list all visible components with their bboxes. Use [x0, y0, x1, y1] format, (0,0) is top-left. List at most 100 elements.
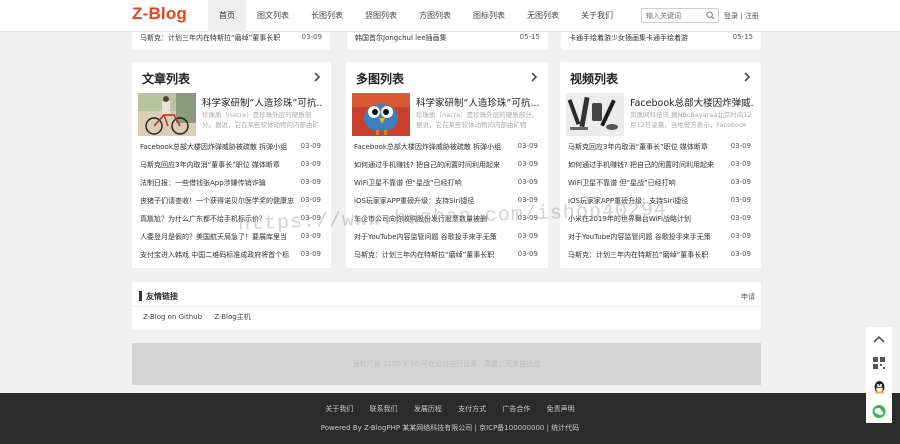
list-item-date: 03-09 [730, 196, 751, 204]
list-item-title[interactable]: 马斯克：计划三年内在特斯拉“磨绰”董事长职 [140, 33, 300, 43]
nav-item-home[interactable]: 首页 [208, 0, 246, 32]
list-item-title[interactable]: 丧猪子们请查收！一个获得诺贝尔医学奖的健康忠 [140, 196, 298, 206]
list-item-title[interactable]: iOS玩家家APP重磅升级：支持Siri捷径 [568, 196, 726, 206]
featured-post[interactable]: 科学家研制“人造珍珠”可抗... 珍珠质（nacre）是珍珠外层的硬质部分。据说… [352, 93, 540, 137]
featured-title[interactable]: 科学家研制“人造珍珠”可抗... [202, 95, 323, 109]
featured-title[interactable]: 科学家研制“人造珍珠”可抗... [416, 95, 540, 109]
list-item[interactable]: 丧猪子们请查收！一个获得诺贝尔医学奖的健康忠 03-09 [140, 196, 323, 214]
list-item-title[interactable]: 韩国首尔Jongchul lee插画集 [355, 33, 515, 43]
footer-link[interactable]: 广告合作 [502, 405, 530, 413]
list-item[interactable]: 马斯克回应3年内取消“董事长”职位 媒体断章 03-09 [568, 142, 753, 160]
list-item-title[interactable]: 如何通过手机赚钱? 把自己的闲置时间利用起来 [354, 160, 512, 170]
list-item-title[interactable]: 马斯克：计划三年内在特斯拉“磨绰”董事长职 [568, 250, 726, 260]
list-item-title[interactable]: 马斯克：计划三年内在特斯拉“磨绰”董事长职 [354, 250, 512, 260]
featured-post[interactable]: Facebook总部大楼因炸弹威... 凤凰网科技讯 据NBcBayarea北京… [566, 93, 753, 137]
featured-thumbnail-bird[interactable] [352, 93, 410, 136]
list-item-title[interactable]: 马斯克回应3年内取消“董事长”职位 媒体断章 [140, 160, 298, 170]
list-item[interactable]: 马斯克：计划三年内在特斯拉“磨绰”董事长职 03-09 [354, 250, 540, 268]
list-item-title[interactable]: iOS玩家家APP重磅升级：支持Siri捷径 [354, 196, 512, 206]
apply-link[interactable]: 申请 [741, 292, 755, 302]
list-item[interactable]: 卡通手绘着游少女插画集卡通手绘着游 05-15 [569, 33, 753, 47]
list-item-title[interactable]: 车企市公司向你收购股份发行股票数量被删 [354, 214, 512, 224]
list-item-title[interactable]: Facebook总部大楼因炸弹威胁被疏散 拆弹小组 [354, 142, 512, 152]
list-item[interactable]: iOS玩家家APP重磅升级：支持Siri捷径 03-09 [354, 196, 540, 214]
panel-article-list: 文章列表 科学家研制“人造珍珠”可抗... 珍珠质（nacre）是珍珠外层的硬质… [132, 62, 331, 268]
ad-banner[interactable]: 通栏广告 1180 X 80 可在后台自行设置，高度，宽度自适应 [132, 343, 761, 385]
list-item-title[interactable]: 小米在2019年的世界舞台WiFi战略计划 [568, 214, 726, 224]
list-item[interactable]: 对于YouTube内容监管问题 谷歌投手来手无策 03-09 [568, 232, 753, 250]
list-item[interactable]: 真尴尬？为什么广东都不给手机标示价？ 03-09 [140, 214, 323, 232]
list-item[interactable]: WiFi卫星不靠谱 但“星战”已经打响 03-09 [354, 178, 540, 196]
list-item-date: 03-09 [300, 214, 321, 222]
list-item-title[interactable]: 对于YouTube内容监管问题 谷歌投手来手无策 [354, 232, 512, 242]
list-item[interactable]: 车企市公司向你收购股份发行股票数量被删 03-09 [354, 214, 540, 232]
list-item[interactable]: 支付宝进入韩戏 中国二维码标准成政府将首个标 03-09 [140, 250, 323, 268]
list-item[interactable]: 小米在2019年的世界舞台WiFi战略计划 03-09 [568, 214, 753, 232]
nav-item-long-image-list[interactable]: 长图列表 [300, 0, 354, 32]
search-icon[interactable] [706, 11, 715, 20]
list-item[interactable]: 马斯克回应3年内取消“董事长”职位 媒体断章 03-09 [140, 160, 323, 178]
list-item-date: 03-09 [300, 250, 321, 258]
search-input[interactable] [642, 9, 702, 22]
list-item-title[interactable]: Facebook总部大楼因炸弹威胁被疏散 拆弹小组 [140, 142, 298, 152]
list-item-title[interactable]: 真尴尬？为什么广东都不给手机标示价？ [140, 214, 298, 224]
list-item-title[interactable]: 马斯克回应3年内取消“董事长”职位 媒体断章 [568, 142, 726, 152]
friend-link[interactable]: Z-Blog主机 [214, 313, 250, 321]
footer-link[interactable]: 支付方式 [458, 405, 486, 413]
friend-link[interactable]: Z-Blog on Github [143, 313, 202, 321]
chevron-right-icon[interactable] [743, 71, 751, 83]
list-item[interactable]: Facebook总部大楼因炸弹威胁被疏散 拆弹小组 03-09 [354, 142, 540, 160]
list-item[interactable]: 马斯克：计划三年内在特斯拉“磨绰”董事长职 03-09 [568, 250, 753, 268]
nav-item-about[interactable]: 关于我们 [570, 0, 624, 32]
list-item-title[interactable]: 支付宝进入韩戏 中国二维码标准成政府将首个标 [140, 250, 298, 260]
ad-banner-text: 通栏广告 1180 X 80 可在后台自行设置，高度，宽度自适应 [352, 360, 541, 368]
featured-post[interactable]: 科学家研制“人造珍珠”可抗... 珍珠质（nacre）是珍珠外层的硬质部分。据说… [138, 93, 323, 137]
back-to-top-button[interactable] [866, 327, 892, 351]
panel-title[interactable]: 视频列表 [570, 72, 618, 86]
login-register-link[interactable]: 登录 | 注册 [724, 11, 759, 21]
panel-title[interactable]: 多图列表 [356, 72, 404, 86]
list-item[interactable]: WiFi卫星不靠谱 但“星战”已经打响 03-09 [568, 178, 753, 196]
footer-link[interactable]: 联系我们 [370, 405, 398, 413]
nav-item-vertical-image-list[interactable]: 竖图列表 [354, 0, 408, 32]
featured-title[interactable]: Facebook总部大楼因炸弹威... [630, 95, 753, 109]
panel-title[interactable]: 文章列表 [142, 72, 190, 86]
list-item[interactable]: 韩国首尔Jongchul lee插画集 05-15 [355, 33, 540, 47]
list-item-title[interactable]: 如何通过手机赚钱? 把自己的闲置时间利用起来 [568, 160, 726, 170]
list-item[interactable]: 法制日报：一些借钱张App涉嫌传销诈骗 03-09 [140, 178, 323, 196]
list-item-date: 03-09 [730, 178, 751, 186]
list-item-title[interactable]: 人委登月是假的？美国航天局急了！要展库里当 [140, 232, 298, 242]
list-item-title[interactable]: WiFi卫星不靠谱 但“星战”已经打响 [354, 178, 512, 188]
nav-item-square-image-list[interactable]: 方图列表 [408, 0, 462, 32]
list-item[interactable]: 对于YouTube内容监管问题 谷歌投手来手无策 03-09 [354, 232, 540, 250]
list-item[interactable]: 如何通过手机赚钱? 把自己的闲置时间利用起来 03-09 [354, 160, 540, 178]
list-item[interactable]: 如何通过手机赚钱? 把自己的闲置时间利用起来 03-09 [568, 160, 753, 178]
list-item[interactable]: 人委登月是假的？美国航天局急了！要展库里当 03-09 [140, 232, 323, 250]
chevron-right-icon[interactable] [313, 71, 321, 83]
wechat-icon [872, 404, 886, 418]
footer-link[interactable]: 免责声明 [547, 405, 575, 413]
wechat-button[interactable] [866, 399, 892, 423]
featured-thumbnail-bicycle[interactable] [138, 93, 196, 136]
list-item-title[interactable]: WiFi卫星不靠谱 但“星战”已经打响 [568, 178, 726, 188]
nav-item-no-image-list[interactable]: 无图列表 [516, 0, 570, 32]
list-item[interactable]: iOS玩家家APP重磅升级：支持Siri捷径 03-09 [568, 196, 753, 214]
main-nav: 首页 图文列表 长图列表 竖图列表 方图列表 图标列表 无图列表 关于我们 [208, 0, 624, 32]
list-item-title[interactable]: 法制日报：一些借钱张App涉嫌传销诈骗 [140, 178, 298, 188]
site-header: Z-Blog 首页 图文列表 长图列表 竖图列表 方图列表 图标列表 无图列表 … [0, 0, 900, 32]
list-item-title[interactable]: 卡通手绘着游少女插画集卡通手绘着游 [569, 33, 729, 43]
chevron-right-icon[interactable] [530, 71, 538, 83]
list-item[interactable]: Facebook总部大楼因炸弹威胁被疏散 拆弹小组 03-09 [140, 142, 323, 160]
list-item[interactable]: 马斯克：计划三年内在特斯拉“磨绰”董事长职 03-09 [140, 33, 322, 47]
nav-item-icon-list[interactable]: 图标列表 [462, 0, 516, 32]
nav-item-image-text-list[interactable]: 图文列表 [246, 0, 300, 32]
qr-code-button[interactable] [866, 351, 892, 375]
featured-thumbnail-tools[interactable] [566, 93, 624, 136]
list-item-title[interactable]: 对于YouTube内容监管问题 谷歌投手来手无策 [568, 232, 726, 242]
footer-link[interactable]: 发展历程 [414, 405, 442, 413]
footer-link[interactable]: 关于我们 [325, 405, 353, 413]
list-item-date: 03-09 [517, 160, 538, 168]
chevron-up-icon [873, 335, 885, 343]
qq-contact-button[interactable] [866, 375, 892, 399]
site-logo[interactable]: Z-Blog [132, 4, 187, 24]
